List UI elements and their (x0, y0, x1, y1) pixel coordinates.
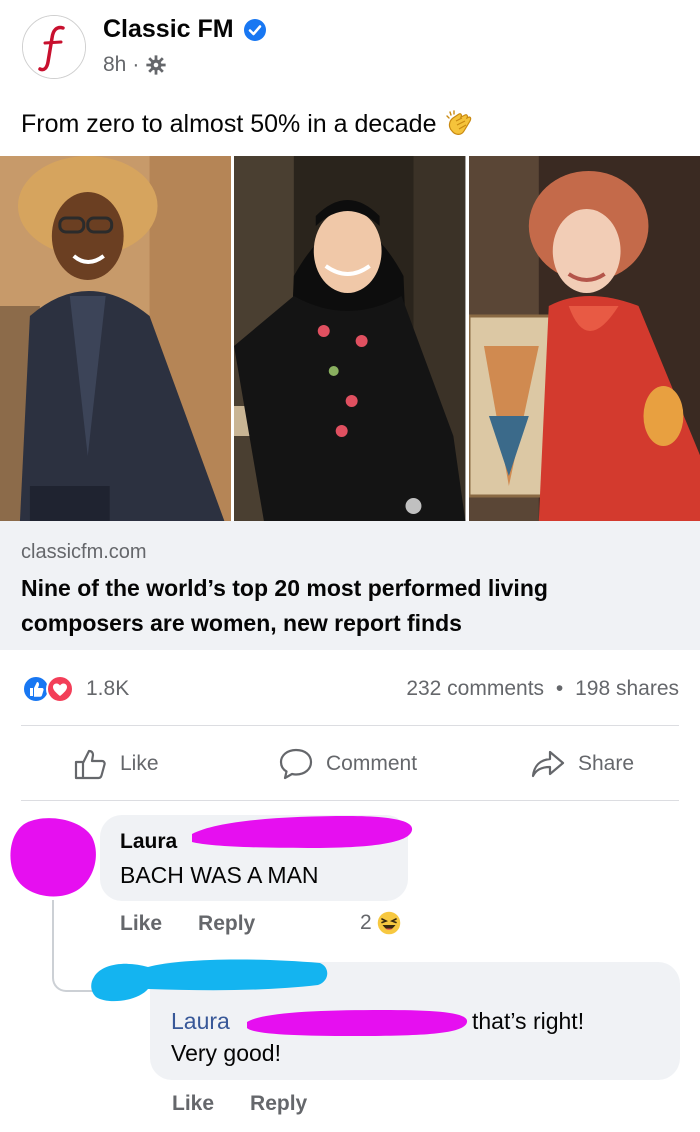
composer-photo-image (0, 156, 232, 521)
share-count[interactable]: 198 shares (575, 677, 679, 700)
caption-text: From zero to almost 50% in a decade (21, 109, 437, 138)
like-button[interactable]: Like (74, 746, 159, 782)
thumbs-up-icon (74, 749, 106, 780)
composer-photo-image (468, 156, 700, 521)
comment-reaction-count: 2 (360, 911, 372, 934)
gear-icon[interactable] (145, 54, 167, 76)
comment-text: BACH WAS A MAN (120, 862, 319, 888)
replier-redaction-scribble (91, 959, 328, 1002)
reactions-bar: 1.8K 232 comments • 198 shares (0, 668, 700, 708)
reply-mention[interactable]: Laura (171, 1008, 230, 1035)
like-love-reaction-icons[interactable] (22, 675, 78, 703)
share-label: Share (578, 752, 635, 775)
comment-button[interactable]: Comment (278, 746, 417, 782)
laughing-emoji-icon (375, 910, 402, 936)
name-redaction-scribble (192, 816, 413, 848)
page-name[interactable]: Classic FM (103, 15, 234, 44)
comment-count[interactable]: 232 comments (406, 677, 544, 700)
share-arrow-icon (531, 750, 565, 778)
composer-photo-image (234, 156, 466, 521)
like-label: Like (120, 752, 159, 775)
commenter-name[interactable]: Laura (120, 830, 177, 854)
stats-separator: • (555, 677, 564, 700)
comment-bubble-icon (279, 748, 313, 780)
reaction-count[interactable]: 1.8K (86, 677, 129, 701)
share-button[interactable]: Share (530, 746, 634, 782)
meta-separator: · (132, 53, 140, 76)
divider (21, 725, 679, 726)
post-header: Classic FM 8h · (0, 0, 700, 100)
photo-composer-2[interactable] (234, 156, 466, 521)
classic-fm-logo-icon (23, 16, 85, 78)
post-meta: 8h · (103, 53, 167, 77)
comment-like-button[interactable]: Like (120, 912, 162, 936)
reply-actions: Like Reply (172, 1092, 307, 1116)
reply-text-after-mention: that’s right! (472, 1008, 585, 1034)
comment-label: Comment (326, 752, 418, 775)
verified-badge-icon (244, 19, 266, 41)
divider (21, 800, 679, 801)
post-time[interactable]: 8h (103, 53, 126, 77)
reply-like-button[interactable]: Like (172, 1092, 214, 1116)
comment-reaction[interactable]: 2 (360, 910, 402, 936)
comment-reply-button[interactable]: Reply (198, 912, 255, 936)
post-photo-collage[interactable] (0, 156, 700, 521)
commenter-avatar-redacted[interactable] (6, 815, 98, 899)
reply-text: Very good! (171, 1040, 281, 1066)
comment-share-counts: 232 comments • 198 shares (406, 677, 679, 701)
link-preview[interactable]: classicfm.com Nine of the world’s top 20… (0, 521, 700, 650)
link-domain: classicfm.com (21, 541, 147, 563)
page-avatar[interactable] (22, 15, 86, 79)
comment-actions: Like Reply (120, 912, 255, 936)
post-actions: Like Comment Share (0, 728, 700, 800)
photo-composer-1[interactable] (0, 156, 232, 521)
clapping-hands-icon (446, 110, 472, 135)
post-caption: From zero to almost 50% in a decade (21, 109, 474, 139)
mention-redaction-scribble (247, 1010, 468, 1036)
reply-reply-button[interactable]: Reply (250, 1092, 307, 1116)
link-headline[interactable]: Nine of the world’s top 20 most performe… (21, 571, 641, 641)
reply-mention-line: Laura (171, 1008, 230, 1035)
photo-composer-3[interactable] (468, 156, 700, 521)
